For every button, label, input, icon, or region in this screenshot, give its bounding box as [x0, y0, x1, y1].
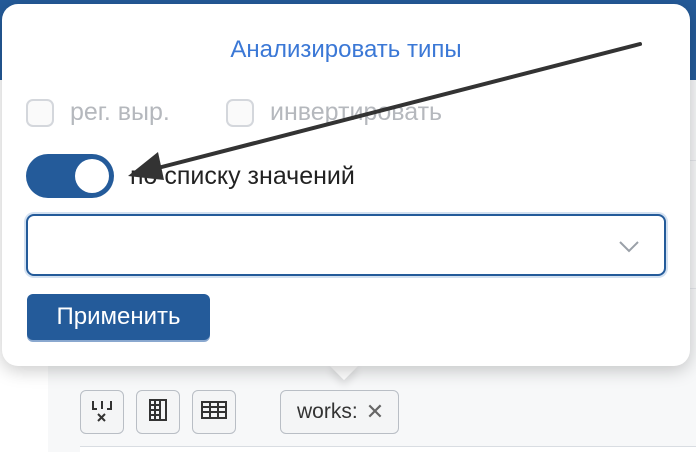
columns-icon [143, 395, 173, 430]
split-columns-icon [87, 395, 117, 430]
by-values-toggle[interactable] [26, 154, 114, 198]
invert-label: инвертировать [270, 98, 443, 126]
regex-checkbox[interactable] [26, 98, 54, 127]
table-icon [199, 395, 229, 430]
columns-button[interactable] [136, 390, 180, 434]
invert-option[interactable]: инвертировать [226, 98, 442, 127]
filter-tag-label: works: [297, 400, 358, 423]
close-icon[interactable]: ✕ [366, 399, 384, 425]
toggle-knob [75, 159, 109, 193]
regex-option[interactable]: рег. выр. [26, 98, 170, 127]
split-columns-button[interactable] [80, 390, 124, 434]
regex-label: рег. выр. [70, 98, 170, 126]
analyze-types-link[interactable]: Анализировать типы [0, 36, 692, 64]
table-button[interactable] [192, 390, 236, 434]
by-values-label: по списку значений [130, 161, 355, 190]
chevron-down-icon [618, 240, 640, 259]
apply-button[interactable]: Применить [27, 294, 210, 340]
by-values-option[interactable]: по списку значений [26, 154, 355, 198]
filter-tag[interactable]: works: ✕ [280, 390, 400, 434]
invert-checkbox[interactable] [226, 98, 254, 127]
values-select[interactable] [26, 214, 666, 276]
